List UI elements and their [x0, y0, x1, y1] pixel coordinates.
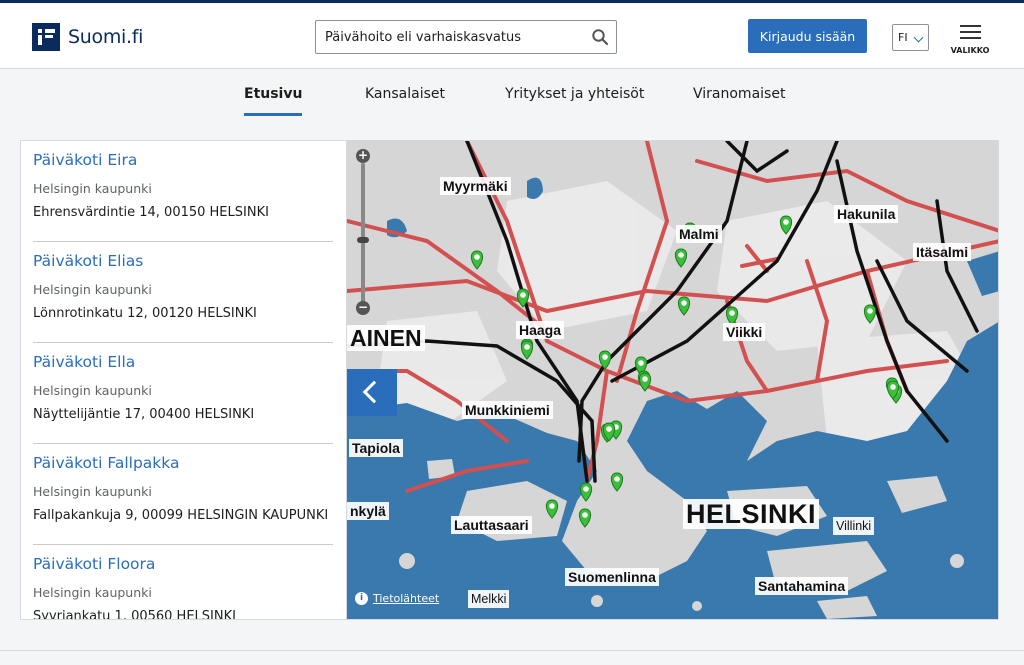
service-name-link[interactable]: Päiväkoti Fallpakka: [33, 454, 179, 472]
list-item: Päiväkoti Ella Helsingin kaupunki Näytte…: [33, 343, 333, 444]
search-box: [315, 20, 617, 54]
chevron-down-icon: [913, 32, 924, 43]
menu-button[interactable]: VALIKKO: [950, 21, 990, 59]
chevron-left-icon: [362, 380, 386, 404]
map-label-malmi: Malmi: [676, 225, 722, 243]
map-label-nkyla: nkylä: [347, 502, 389, 520]
map-label-tapiola: Tapiola: [349, 439, 403, 457]
collapse-list-button[interactable]: [347, 369, 397, 416]
zoom-slider-track[interactable]: [361, 163, 365, 303]
site-header: Suomi.fi Kirjaudu sisään FI VALIKKO: [0, 3, 1024, 69]
service-address: Lönnrotinkatu 12, 00120 HELSINKI: [33, 306, 257, 321]
suomi-fi-logo[interactable]: Suomi.fi: [32, 23, 143, 51]
map-attribution: i Tietolähteet: [355, 592, 439, 605]
language-value: FI: [898, 31, 908, 44]
language-select[interactable]: FI: [892, 24, 929, 51]
map-label-itasalmi: Itäsalmi: [913, 243, 972, 261]
search-icon[interactable]: [591, 28, 609, 46]
map-label-ainen: AINEN: [347, 325, 425, 351]
map-label-santahamina: Santahamina: [755, 577, 849, 595]
tab-kansalaiset[interactable]: Kansalaiset: [365, 86, 445, 116]
tab-etusivu[interactable]: Etusivu: [244, 86, 303, 116]
map-canvas[interactable]: [347, 141, 999, 620]
main-tabs: Etusivu Kansalaiset Yritykset ja yhteisö…: [0, 86, 1024, 116]
tab-viranomaiset[interactable]: Viranomaiset: [693, 86, 785, 116]
map-zoom-control: + −: [355, 149, 371, 315]
login-button[interactable]: Kirjaudu sisään: [748, 19, 867, 53]
service-address: Syvriankatu 1, 00560 HELSINKI: [33, 609, 236, 620]
list-item: Päiväkoti Elias Helsingin kaupunki Lönnr…: [33, 242, 333, 343]
list-item: Päiväkoti Eira Helsingin kaupunki Ehrens…: [33, 141, 333, 242]
service-organization: Helsingin kaupunki: [33, 484, 152, 499]
service-address: Fallpakankuja 9, 00099 HELSINGIN KAUPUNK…: [33, 508, 329, 523]
map-label-melkki: Melkki: [468, 590, 510, 608]
service-name-link[interactable]: Päiväkoti Floora: [33, 555, 155, 573]
service-organization: Helsingin kaupunki: [33, 181, 152, 196]
search-input[interactable]: [316, 21, 586, 53]
info-icon: i: [355, 592, 368, 605]
zoom-out-button[interactable]: −: [356, 301, 370, 315]
service-organization: Helsingin kaupunki: [33, 282, 152, 297]
menu-label: VALIKKO: [950, 46, 990, 55]
service-name-link[interactable]: Päiväkoti Eira: [33, 151, 137, 169]
map-label-haaga: Haaga: [516, 321, 565, 339]
service-organization: Helsingin kaupunki: [33, 383, 152, 398]
map-label-viikki: Viikki: [723, 323, 766, 341]
zoom-slider-handle[interactable]: [357, 237, 369, 243]
logo-mark-icon: [32, 23, 60, 51]
service-list: Päiväkoti Eira Helsingin kaupunki Ehrens…: [20, 140, 346, 620]
footer-divider: [0, 650, 1024, 651]
list-item: Päiväkoti Fallpakka Helsingin kaupunki F…: [33, 444, 333, 545]
map-label-lauttasaari: Lauttasaari: [451, 516, 532, 534]
service-address: Ehrensvärdintie 14, 00150 HELSINKI: [33, 205, 269, 220]
tab-yritykset[interactable]: Yritykset ja yhteisöt: [505, 86, 644, 116]
map-label-hakunila: Hakunila: [834, 205, 899, 223]
map-label-villinki: Villinki: [833, 517, 875, 535]
map-label-helsinki: HELSINKI: [683, 499, 820, 529]
map-label-munkkiniemi: Munkkiniemi: [462, 401, 553, 419]
service-map[interactable]: Myyrmäki Malmi Hakunila Itäsalmi AINEN H…: [346, 140, 999, 620]
service-name-link[interactable]: Päiväkoti Elias: [33, 252, 143, 270]
map-label-myyrmaki: Myyrmäki: [440, 177, 511, 195]
service-name-link[interactable]: Päiväkoti Ella: [33, 353, 135, 371]
map-label-suomenlinna: Suomenlinna: [565, 568, 659, 586]
service-organization: Helsingin kaupunki: [33, 585, 152, 600]
service-address: Näyttelijäntie 17, 00400 HELSINKI: [33, 407, 255, 422]
zoom-in-button[interactable]: +: [356, 149, 370, 163]
attribution-link[interactable]: Tietolähteet: [373, 592, 439, 605]
list-item: Päiväkoti Floora Helsingin kaupunki Syvr…: [33, 545, 333, 620]
logo-text: Suomi.fi: [68, 26, 144, 48]
